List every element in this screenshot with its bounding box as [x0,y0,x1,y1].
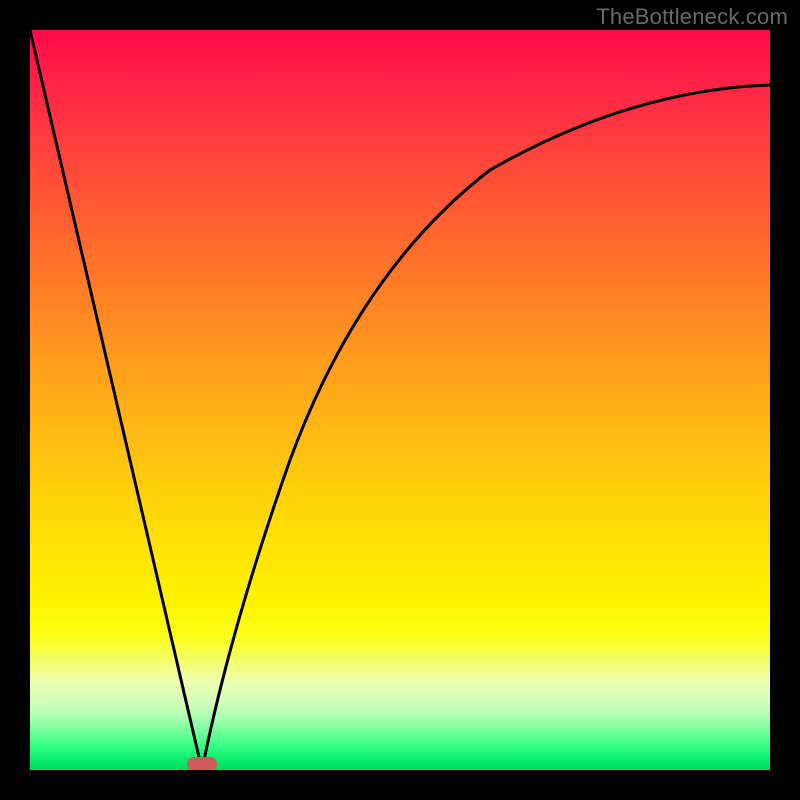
plot-area [30,30,770,770]
curve-left-branch [30,30,202,770]
bottleneck-curve [30,30,770,770]
optimum-marker [187,757,217,770]
watermark-text: TheBottleneck.com [596,4,788,30]
curve-right-branch [202,85,770,770]
